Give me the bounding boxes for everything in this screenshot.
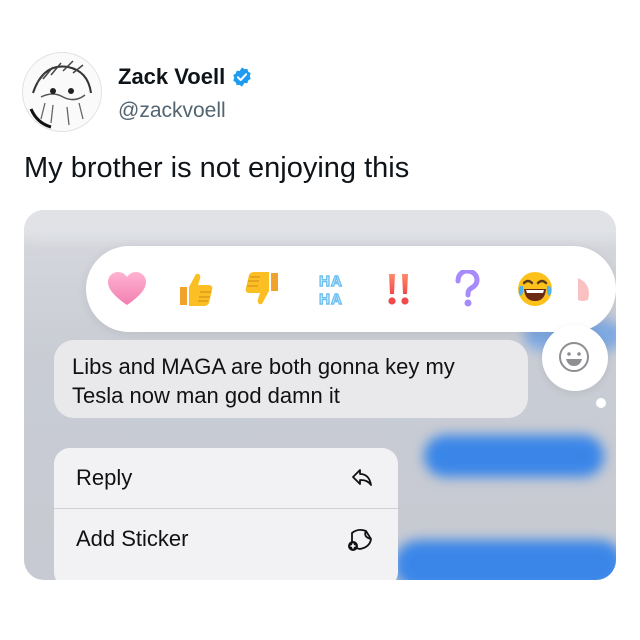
- heart-icon[interactable]: [100, 246, 154, 332]
- add-sticker-icon: [348, 528, 372, 551]
- reply-arrow-icon: [352, 469, 372, 486]
- partial-reaction-icon[interactable]: [570, 246, 600, 332]
- message-text-line-2: Tesla now man god damn it: [72, 383, 340, 408]
- avatar-sketch-icon: [29, 60, 92, 129]
- svg-text:HA: HA: [319, 291, 343, 308]
- smiley-sticker-icon[interactable]: [552, 335, 596, 379]
- reply-label: Reply: [76, 465, 133, 490]
- verified-badge-icon: [233, 67, 251, 87]
- embedded-screenshot: HA HA Libs and MAGA are both gonna key m…: [24, 210, 616, 580]
- message-text-line-1: Libs and MAGA are both gonna key my: [72, 354, 455, 379]
- reply-menu-item[interactable]: Reply: [54, 448, 398, 508]
- haha-icon[interactable]: HA HA: [304, 246, 358, 332]
- tweet-text: My brother is not enjoying this: [24, 152, 410, 184]
- thumbs-up-icon[interactable]: [168, 246, 222, 332]
- laughing-emoji-icon[interactable]: [508, 246, 562, 332]
- author-name[interactable]: Zack Voell: [118, 64, 225, 90]
- author-handle[interactable]: @zackvoell: [118, 99, 226, 123]
- tapback-reaction-bar: HA HA: [86, 246, 616, 332]
- avatar[interactable]: [22, 52, 102, 132]
- blurred-message-bubble: [424, 435, 604, 477]
- question-icon[interactable]: [440, 246, 494, 332]
- blurred-message-bubble: [394, 540, 616, 580]
- svg-text:HA: HA: [319, 273, 343, 290]
- message-bubble[interactable]: Libs and MAGA are both gonna key my Tesl…: [54, 340, 528, 418]
- add-sticker-label: Add Sticker: [76, 526, 189, 551]
- blurred-background: [24, 210, 616, 240]
- thumbs-down-icon[interactable]: [236, 246, 290, 332]
- context-menu: Reply Add Sticker: [54, 448, 398, 580]
- bubble-tail-dot: [596, 398, 606, 408]
- tweet-header: Zack Voell @zackvoell: [22, 52, 622, 142]
- add-sticker-menu-item[interactable]: Add Sticker: [54, 509, 398, 569]
- exclamation-icon[interactable]: [372, 246, 426, 332]
